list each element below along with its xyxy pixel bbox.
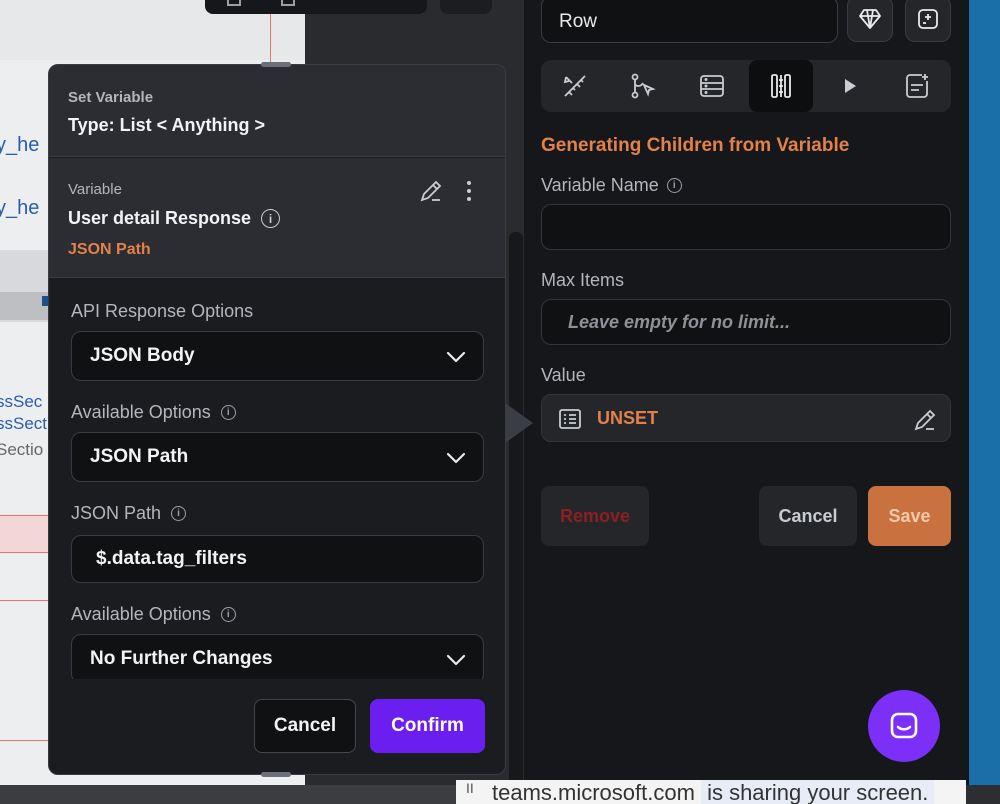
info-icon[interactable]: i [220,607,236,622]
canvas-text-fragment: Sectio [0,440,44,459]
api-response-options-label: API Response Options [71,301,254,321]
variable-path-type: JSON Path [68,241,151,258]
dialog-body[interactable]: API Response Options JSON Body Available… [49,279,505,679]
select-value: No Further Changes [90,648,273,669]
info-icon[interactable]: i [220,405,236,420]
section-title: Generating Children from Variable [541,135,850,156]
select-value: JSON Path [90,446,189,467]
widget-name-field[interactable]: Row [541,0,838,43]
json-path-label-text: JSON Path [71,503,162,523]
database-icon [700,75,724,97]
dialog-type-label: Type: List < Anything > [68,115,266,135]
confirm-button[interactable]: Confirm [370,699,485,753]
chat-support-button[interactable] [868,690,940,762]
save-button[interactable]: Save [868,486,951,546]
max-items-input[interactable]: Leave empty for no limit... [541,299,951,345]
property-tabs [541,60,951,112]
promote-widget-button[interactable] [847,0,893,42]
tab-backend-query[interactable] [680,60,744,112]
available-options-label-text: Available Options [71,402,211,422]
sharing-message: is sharing your screen. [701,780,935,804]
variable-name-label: Variable Name i [541,175,682,196]
tab-generate-children[interactable] [749,60,813,112]
screen-sharing-bar: II teams.microsoft.com is sharing your s… [456,780,966,804]
chevron-down-icon [446,654,466,666]
variable-name-input[interactable] [541,204,951,250]
tab-documentation[interactable] [885,60,949,112]
value-label: Value [541,365,586,385]
json-path-input[interactable]: $.data.tag_filters [71,535,484,583]
max-items-placeholder: Leave empty for no limit... [568,312,791,332]
select-value: JSON Body [90,345,195,366]
resize-handle-top[interactable] [261,62,291,67]
canvas-text-fragment: ssSecti [0,414,51,433]
flow-cursor-icon [631,73,656,99]
chat-icon [890,712,918,739]
add-box-icon [918,9,938,29]
edit-icon[interactable] [418,178,444,204]
api-response-options-select[interactable]: JSON Body [71,331,484,381]
popover-pointer [505,403,533,443]
tab-animations[interactable] [818,60,882,112]
add-component-button[interactable] [905,0,951,42]
available-options-label-text: Available Options [71,604,211,624]
dialog-kicker: Set Variable [68,89,154,106]
edit-icon[interactable] [912,407,938,433]
variable-kicker: Variable [68,181,122,198]
variable-summary: Variable User detail Response i JSON Pat… [49,158,505,278]
chevron-down-icon [446,351,466,363]
chevron-down-icon [446,452,466,464]
columns-icon [771,74,791,98]
more-vert-icon[interactable] [462,178,476,204]
value-field[interactable]: UNSET [541,394,951,442]
canvas-text-fragment: y_he [0,197,40,219]
variable-name-label-text: Variable Name [541,175,659,195]
further-changes-select[interactable]: No Further Changes [71,634,484,679]
paint-ruler-icon [563,75,586,97]
diamond-icon [859,9,881,29]
info-icon[interactable]: i [171,506,187,521]
max-items-label: Max Items [541,270,625,290]
variable-name: User detail Response i [68,208,281,229]
available-options-label: Available Options i [71,402,236,423]
dialog-header: Set Variable Type: List < Anything > [49,65,505,157]
taskbar-left [0,785,456,804]
value-text: UNSET [597,408,659,428]
tab-actions[interactable] [611,60,675,112]
properties-panel [524,0,969,785]
scrollbar[interactable] [509,232,523,785]
sharing-host: teams.microsoft.com [492,780,695,804]
cancel-button[interactable]: Cancel [759,486,857,546]
json-path-label: JSON Path i [71,503,187,524]
side-strip [969,0,1000,785]
canvas-text-fragment: y_he [0,134,40,156]
toolbar-button[interactable] [440,0,492,14]
resize-handle-bottom[interactable] [261,772,291,777]
tab-properties[interactable] [543,60,607,112]
dialog-cancel-button[interactable]: Cancel [254,699,356,753]
variable-icon [559,409,581,429]
set-variable-dialog: Set Variable Type: List < Anything > Var… [48,64,506,775]
info-icon[interactable]: i [261,209,281,228]
remove-button[interactable]: Remove [541,486,649,546]
play-icon [845,79,856,93]
grid-icon[interactable] [281,0,295,6]
note-add-icon [906,74,928,98]
device-icon[interactable] [227,0,241,6]
available-options-label: Available Options i [71,604,236,625]
sharing-indicator: II [466,780,474,796]
info-icon[interactable]: i [666,178,682,193]
json-path-value: $.data.tag_filters [96,548,247,569]
canvas-text-fragment: ssSec [0,392,43,411]
available-options-select[interactable]: JSON Path [71,432,484,482]
canvas-toolbar [205,0,427,14]
variable-name-text: User detail Response [68,208,252,228]
